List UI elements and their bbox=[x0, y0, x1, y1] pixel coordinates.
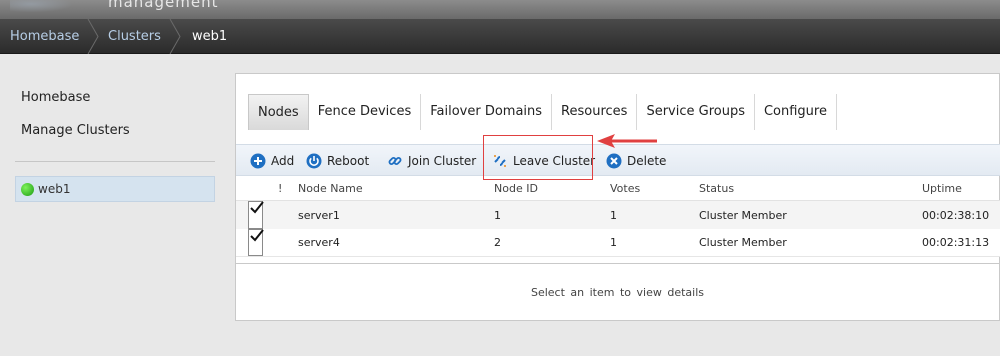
cell-votes: 1 bbox=[610, 208, 617, 222]
add-icon bbox=[250, 153, 266, 169]
details-panel: Select an item to view details bbox=[235, 263, 1000, 321]
delete-label: Delete bbox=[627, 154, 667, 168]
delete-icon bbox=[606, 153, 622, 169]
app-title: management bbox=[108, 0, 219, 11]
breadcrumb-clusters[interactable]: Clusters bbox=[108, 19, 161, 54]
breadcrumb-separator-icon bbox=[86, 19, 100, 54]
power-icon bbox=[306, 153, 322, 169]
link-icon bbox=[387, 153, 403, 169]
breadcrumb-separator-icon bbox=[168, 19, 182, 54]
column-uptime[interactable]: Uptime bbox=[922, 177, 962, 200]
details-placeholder: Select an item to view details bbox=[530, 285, 704, 299]
reboot-label: Reboot bbox=[327, 154, 370, 168]
tab-resources[interactable]: Resources bbox=[552, 94, 638, 130]
annotation-arrow-icon bbox=[597, 133, 659, 152]
add-button[interactable]: Add bbox=[250, 145, 294, 177]
column-status[interactable]: Status bbox=[699, 177, 734, 200]
tab-configure[interactable]: Configure bbox=[755, 94, 837, 130]
cell-node-name: server1 bbox=[298, 208, 340, 222]
cell-votes: 1 bbox=[610, 236, 617, 249]
column-node-id[interactable]: Node ID bbox=[494, 177, 538, 200]
sidebar-item-manage-clusters[interactable]: Manage Clusters bbox=[21, 123, 130, 138]
table-row[interactable]: server4 2 1 Cluster Member 00:02:31:13 bbox=[236, 229, 1000, 257]
cell-node-name: server4 bbox=[298, 236, 340, 249]
breadcrumb: Homebase Clusters web1 bbox=[0, 19, 1000, 54]
join-cluster-label: Join Cluster bbox=[408, 154, 477, 168]
app-logo bbox=[10, 0, 80, 14]
table-header: ! Node Name Node ID Votes Status Uptime bbox=[236, 177, 1000, 201]
highlight-box bbox=[483, 135, 593, 180]
sidebar: Homebase Manage Clusters web1 bbox=[0, 54, 226, 356]
sidebar-divider bbox=[15, 161, 215, 162]
cell-node-id: 1 bbox=[494, 208, 501, 222]
tab-service-groups[interactable]: Service Groups bbox=[637, 94, 755, 130]
cluster-name: web1 bbox=[38, 182, 71, 196]
tab-fence-devices[interactable]: Fence Devices bbox=[309, 94, 422, 130]
reboot-button[interactable]: Reboot bbox=[306, 145, 369, 177]
breadcrumb-homebase[interactable]: Homebase bbox=[10, 19, 79, 54]
join-cluster-button[interactable]: Join Cluster bbox=[387, 145, 476, 177]
status-online-icon bbox=[21, 182, 34, 196]
column-votes[interactable]: Votes bbox=[610, 177, 640, 200]
tab-bar: Nodes Fence Devices Failover Domains Res… bbox=[248, 94, 837, 130]
cell-status: Cluster Member bbox=[699, 208, 787, 222]
tab-nodes[interactable]: Nodes bbox=[248, 94, 309, 130]
column-flag[interactable]: ! bbox=[278, 177, 282, 200]
cell-uptime: 00:02:31:13 bbox=[922, 236, 990, 249]
tab-failover-domains[interactable]: Failover Domains bbox=[421, 94, 553, 130]
table-row[interactable]: server1 1 1 Cluster Member 00:02:38:10 bbox=[236, 201, 1000, 229]
sidebar-item-cluster[interactable]: web1 bbox=[15, 176, 215, 202]
cell-uptime: 00:02:38:10 bbox=[922, 208, 990, 222]
add-label: Add bbox=[271, 154, 295, 168]
cell-status: Cluster Member bbox=[699, 236, 787, 249]
breadcrumb-current: web1 bbox=[192, 29, 228, 44]
top-header: management bbox=[0, 0, 1000, 19]
sidebar-item-homebase[interactable]: Homebase bbox=[21, 90, 90, 105]
column-node-name[interactable]: Node Name bbox=[298, 177, 363, 200]
cell-node-id: 2 bbox=[494, 236, 501, 249]
